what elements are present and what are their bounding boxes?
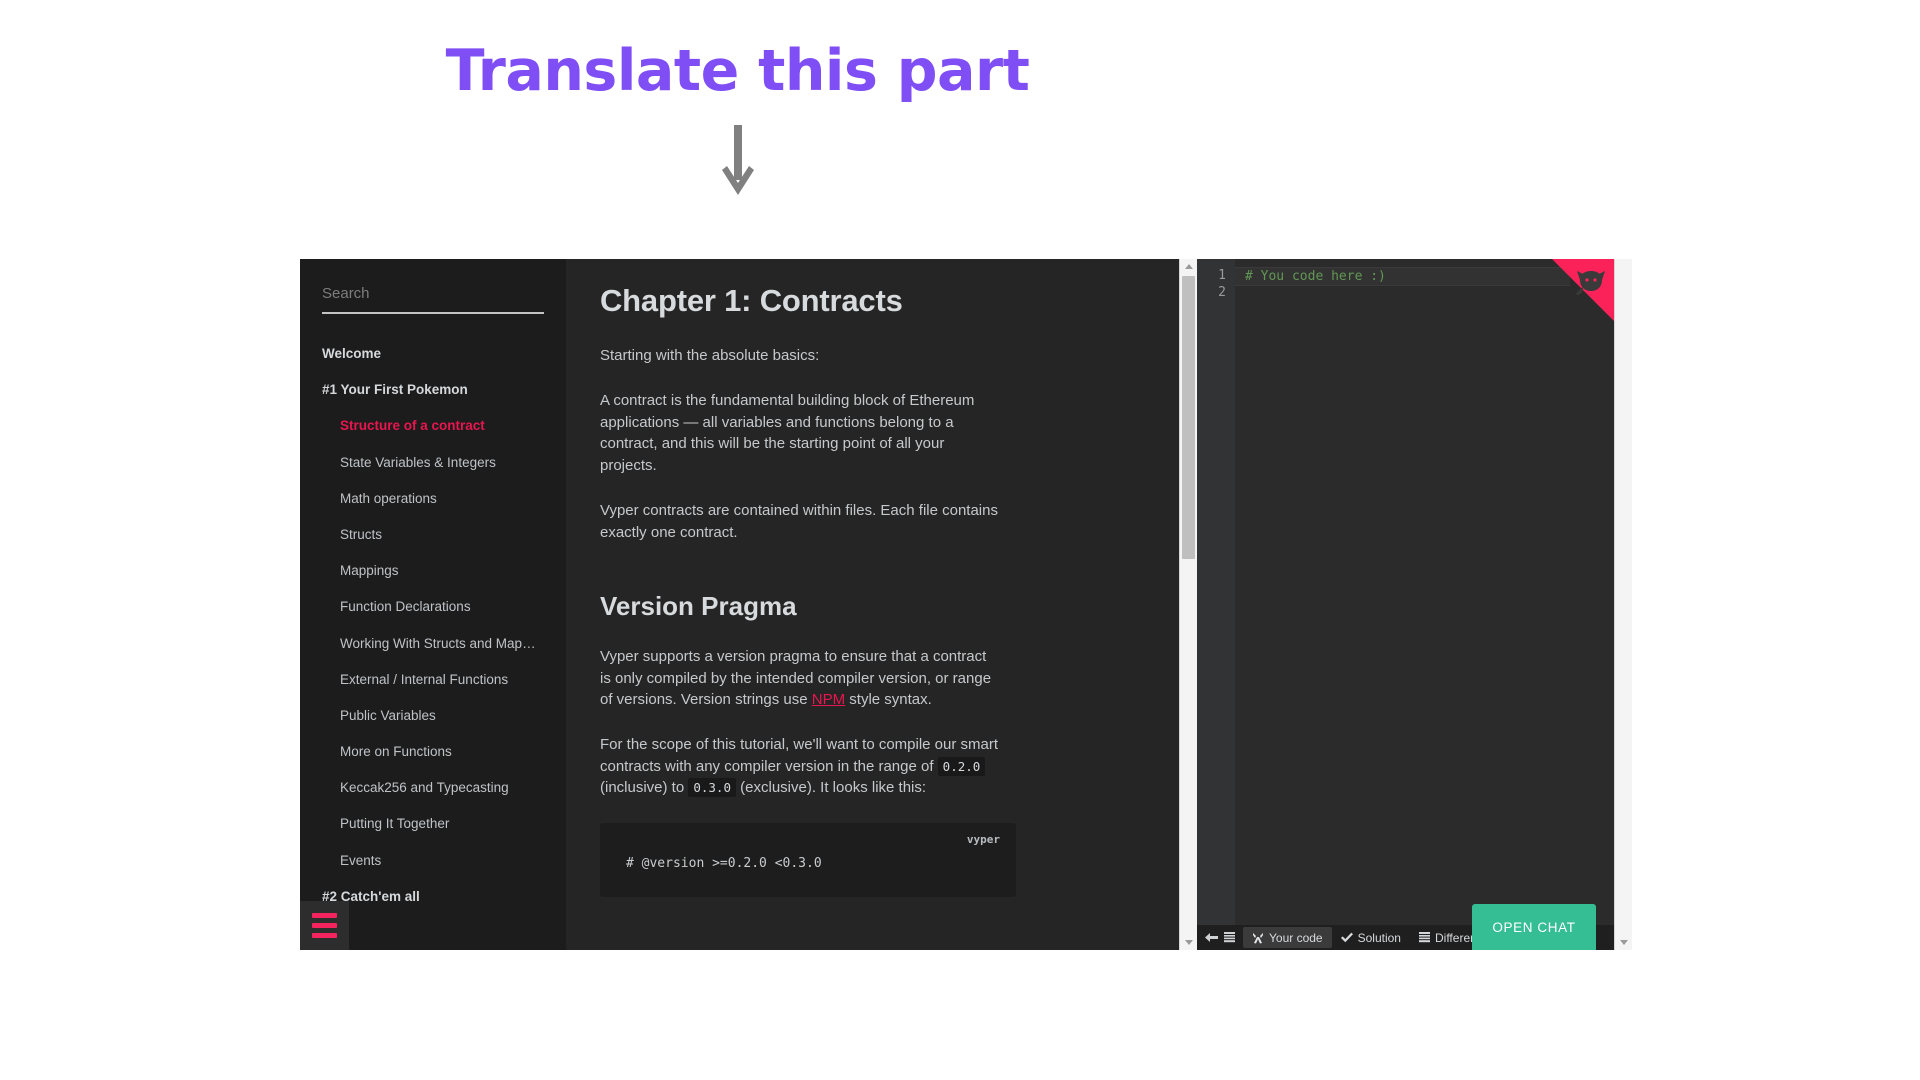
sidebar-item-label: Function Declarations xyxy=(340,599,471,615)
list-icon[interactable] xyxy=(1224,932,1235,943)
sidebar-item-label: External / Internal Functions xyxy=(340,671,509,687)
sidebar-item-label: Putting It Together xyxy=(340,816,450,832)
editor-nav-icons[interactable] xyxy=(1197,925,1243,950)
hamburger-bar xyxy=(312,913,337,918)
sidebar-item-structs[interactable]: Structs xyxy=(300,517,566,553)
sidebar-item-label: State Variables & Integers xyxy=(340,454,496,470)
editor-scrollbar[interactable] xyxy=(1614,259,1632,950)
github-octocat-icon[interactable] xyxy=(1552,259,1614,321)
list-icon xyxy=(1418,932,1430,943)
page-title: Chapter 1: Contracts xyxy=(600,283,903,318)
search-field-wrapper xyxy=(300,259,566,314)
hamburger-bar xyxy=(312,923,337,928)
line-number: 1 xyxy=(1218,268,1226,283)
sidebar-item-label: Welcome xyxy=(322,346,382,361)
lesson-paragraph: Starting with the absolute basics: xyxy=(600,347,820,364)
code-block-content: # @version >=0.2.0 <0.3.0 xyxy=(626,855,822,871)
tab-your-code[interactable]: Your code xyxy=(1243,927,1332,948)
sidebar-item-function-declarations[interactable]: Function Declarations xyxy=(300,589,566,625)
table-of-contents: Welcome #1 Your First Pokemon Structure … xyxy=(300,314,566,915)
down-arrow-icon xyxy=(721,124,754,195)
octocat-glyph xyxy=(1575,271,1605,295)
annotation-overlay: Translate this part xyxy=(0,40,1475,197)
app-window: Welcome #1 Your First Pokemon Structure … xyxy=(300,259,1632,950)
content-scrollbar[interactable] xyxy=(1179,259,1197,950)
editor-line-numbers: 1 2 xyxy=(1197,259,1235,925)
sidebar-item-welcome[interactable]: Welcome xyxy=(300,336,566,372)
paragraph-text: style syntax. xyxy=(845,690,932,708)
lesson-paragraph: A contract is the fundamental building b… xyxy=(600,392,975,474)
tab-label: Solution xyxy=(1357,930,1401,945)
tools-icon xyxy=(1253,932,1263,943)
sidebar-item-keccak256-and-typecasting[interactable]: Keccak256 and Typecasting xyxy=(300,770,566,806)
sidebar-item-mappings[interactable]: Mappings xyxy=(300,553,566,589)
triangle-down xyxy=(1184,940,1193,945)
code-block: vyper # @version >=0.2.0 <0.3.0 xyxy=(600,822,1016,897)
section-title: Version Pragma xyxy=(600,591,797,622)
sidebar-item-math-operations[interactable]: Math operations xyxy=(300,481,566,517)
npm-link[interactable]: NPM xyxy=(812,691,845,708)
triangle-up xyxy=(1184,264,1193,269)
paragraph-text: Vyper supports a version pragma to ensur… xyxy=(600,648,992,708)
paragraph-text: (exclusive). It looks like this: xyxy=(736,779,927,797)
paragraph-text: (inclusive) to xyxy=(600,779,689,797)
sidebar-item-label: More on Functions xyxy=(340,744,452,760)
sidebar-item-label: Structs xyxy=(340,526,383,542)
scroll-up-arrow-icon[interactable] xyxy=(1180,259,1197,274)
sidebar-item-putting-it-together[interactable]: Putting It Together xyxy=(300,806,566,842)
scrollbar-thumb[interactable] xyxy=(1182,276,1195,559)
lesson-paragraph: Vyper contracts are contained within fil… xyxy=(600,502,998,541)
sidebar: Welcome #1 Your First Pokemon Structure … xyxy=(300,259,566,950)
scroll-down-arrow-icon[interactable] xyxy=(1615,935,1632,950)
sidebar-item-working-with-structs-and-mappings[interactable]: Working With Structs and Map… xyxy=(300,626,566,662)
sidebar-item-state-variables-integers[interactable]: State Variables & Integers xyxy=(300,445,566,481)
arrow-left-icon[interactable] xyxy=(1205,932,1218,943)
sidebar-item-label: Keccak256 and Typecasting xyxy=(340,780,509,796)
sidebar-item-label: #1 Your First Pokemon xyxy=(322,382,468,398)
hamburger-bar xyxy=(312,933,337,938)
inline-code-chip: 0.3.0 xyxy=(688,778,736,798)
sidebar-item-structure-of-a-contract[interactable]: Structure of a contract xyxy=(300,408,566,444)
sidebar-item-label: Public Variables xyxy=(340,707,436,723)
hamburger-menu-icon[interactable] xyxy=(300,901,349,950)
sidebar-item-label: Structure of a contract xyxy=(340,418,485,434)
check-icon xyxy=(1340,932,1353,943)
inline-code-chip: 0.2.0 xyxy=(937,756,986,776)
editor-text[interactable]: # You code here :) xyxy=(1235,259,1614,925)
tab-solution[interactable]: Solution xyxy=(1332,925,1410,950)
line-number: 2 xyxy=(1218,285,1226,300)
sidebar-item-chapter-1[interactable]: #1 Your First Pokemon xyxy=(300,372,566,408)
sidebar-item-events[interactable]: Events xyxy=(300,843,566,879)
annotation-title: Translate this part xyxy=(445,38,1030,104)
triangle-down xyxy=(1619,940,1628,945)
code-editor-area[interactable]: 1 2 # You code here :) xyxy=(1197,259,1614,925)
tab-label: Your code xyxy=(1269,930,1323,945)
annotation-arrow xyxy=(0,124,1475,197)
sidebar-item-label: Events xyxy=(340,852,382,868)
lesson-paragraph-with-link: Vyper supports a version pragma to ensur… xyxy=(600,646,1000,710)
sidebar-item-label: Working With Structs and Map… xyxy=(340,635,536,651)
search-input[interactable] xyxy=(322,281,544,314)
sidebar-item-more-on-functions[interactable]: More on Functions xyxy=(300,734,566,770)
scroll-down-arrow-icon[interactable] xyxy=(1180,935,1197,950)
open-chat-button[interactable]: OPEN CHAT xyxy=(1472,904,1596,950)
code-language-label: vyper xyxy=(966,832,1000,846)
lesson-content: Chapter 1: Contracts Starting with the a… xyxy=(566,259,1179,897)
sidebar-item-label: Mappings xyxy=(340,563,399,579)
sidebar-item-label: Math operations xyxy=(340,490,437,506)
sidebar-item-external-internal-functions[interactable]: External / Internal Functions xyxy=(300,662,566,698)
sidebar-item-public-variables[interactable]: Public Variables xyxy=(300,698,566,734)
lesson-paragraph-with-code: For the scope of this tutorial, we'll wa… xyxy=(600,734,1000,798)
code-editor-pane: 1 2 # You code here :) Your code Solutio… xyxy=(1197,259,1614,950)
editor-code-line: # You code here :) xyxy=(1235,267,1570,286)
lesson-content-pane: Chapter 1: Contracts Starting with the a… xyxy=(566,259,1179,950)
